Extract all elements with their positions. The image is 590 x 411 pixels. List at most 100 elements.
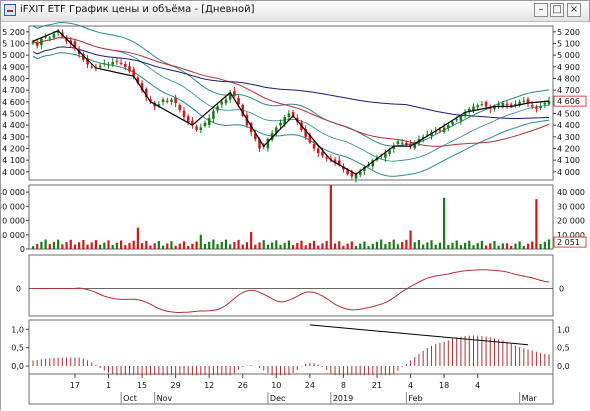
volume-bar xyxy=(518,241,521,249)
volume-bar xyxy=(409,230,412,249)
volume-bar xyxy=(484,245,488,249)
volume-bar xyxy=(363,241,366,249)
volume-bar xyxy=(187,245,190,249)
date-day-label: 24 xyxy=(305,381,315,390)
volume-bar xyxy=(275,240,278,249)
candle-body xyxy=(530,105,534,107)
candle-body xyxy=(321,151,324,156)
volume-bar xyxy=(434,244,437,249)
volume-axis-label-left: 30 000 xyxy=(1,202,25,211)
candle-body xyxy=(123,64,127,67)
volume-bar xyxy=(405,239,408,249)
volume-bar xyxy=(178,243,181,249)
chart-app-icon xyxy=(4,4,16,16)
volume-bar xyxy=(304,245,307,249)
volume-bar xyxy=(287,240,291,249)
volume-bar xyxy=(317,245,320,249)
volume-axis-label-left: 40 000 xyxy=(1,188,25,197)
volume-bar xyxy=(401,242,404,249)
price-axis-label-right: 4 900 xyxy=(557,63,580,72)
volume-bar xyxy=(94,240,98,249)
price-axis-label-left: 4 100 xyxy=(2,156,25,165)
date-month-label: Feb xyxy=(408,394,422,403)
volume-axis-label-left: 0 xyxy=(20,245,25,254)
volume-bar xyxy=(203,243,207,249)
date-day-label: 10 xyxy=(271,381,281,390)
price-axis-label-right: 4 000 xyxy=(557,168,580,177)
volume-bar xyxy=(480,240,483,249)
volume-bar xyxy=(40,241,43,249)
candle-body xyxy=(224,99,228,104)
maximize-button[interactable]: □ xyxy=(550,3,564,17)
candle-body xyxy=(325,157,328,159)
candle-body xyxy=(501,103,505,107)
volume-bar xyxy=(438,242,442,249)
chart-window: iFXIT ETF График цены и объёма - [Дневно… xyxy=(0,0,590,411)
date-day-label: 15 xyxy=(137,381,147,390)
candle-body xyxy=(48,37,52,39)
candle-body xyxy=(212,111,215,119)
volume-bar xyxy=(145,240,148,249)
osc-pane-frame xyxy=(28,319,554,375)
candle-body xyxy=(98,65,102,68)
volume-bar xyxy=(329,185,332,249)
candle-body xyxy=(543,103,547,105)
volume-axis-label-right: 20 000 xyxy=(557,217,585,226)
volume-bar xyxy=(443,197,446,249)
macd-zero-label-left: 0 xyxy=(16,285,21,294)
volume-bar xyxy=(132,240,135,249)
volume-bar xyxy=(476,243,479,249)
volume-bar xyxy=(417,240,421,249)
chart-area[interactable]: 5 200 5 200 5 100 5 100 5 000 5 000 4 900 4 900… xyxy=(1,22,590,411)
candle-body xyxy=(522,100,526,102)
candle-body xyxy=(132,69,135,77)
price-axis-label-right: 4 500 xyxy=(557,110,580,119)
volume-bar xyxy=(493,241,496,249)
volume-bar xyxy=(65,242,68,249)
candle-body xyxy=(31,41,35,44)
volume-bar xyxy=(115,242,119,249)
last-price-label: 4 606 xyxy=(557,97,580,106)
date-day-label: 4 xyxy=(408,381,413,390)
volume-bar xyxy=(241,244,244,249)
volume-bar xyxy=(388,241,391,249)
candle-body xyxy=(539,106,542,109)
candle-body xyxy=(350,172,354,177)
candle-body xyxy=(216,106,219,111)
candle-body xyxy=(174,98,177,103)
volume-bar xyxy=(522,245,525,249)
volume-bar xyxy=(73,244,77,249)
volume-bar xyxy=(271,242,274,249)
volume-bar xyxy=(472,245,475,249)
volume-bar xyxy=(543,241,546,249)
close-button[interactable]: × xyxy=(567,3,581,17)
volume-bar xyxy=(111,244,114,249)
volume-bar xyxy=(459,245,463,249)
minimize-button[interactable]: – xyxy=(534,3,548,17)
volume-bar xyxy=(119,240,123,249)
volume-bar xyxy=(90,242,93,249)
volume-bar xyxy=(57,239,60,249)
price-chart-svg[interactable]: 5 200 5 200 5 100 5 100 5 000 5 000 4 900 4 900… xyxy=(1,22,590,411)
candle-body xyxy=(207,118,211,125)
price-axis-label-left: 4 600 xyxy=(2,98,25,107)
volume-bar xyxy=(279,244,282,249)
volume-axis-label-left: 10 000 xyxy=(1,231,25,240)
candle-body xyxy=(178,105,182,110)
volume-bar xyxy=(44,239,47,249)
price-axis-label-left: 4 200 xyxy=(2,145,25,154)
price-axis-label-left: 5 000 xyxy=(2,51,25,60)
candle-body xyxy=(195,126,198,130)
volume-bar xyxy=(48,244,51,249)
volume-bar xyxy=(346,243,349,249)
candle-body xyxy=(497,104,500,106)
title-bar[interactable]: iFXIT ETF График цены и объёма - [Дневно… xyxy=(1,1,589,22)
candle-body xyxy=(90,66,94,68)
volume-bar xyxy=(422,244,425,249)
candle-body xyxy=(220,101,224,105)
candle-body xyxy=(480,104,484,106)
volume-bar xyxy=(170,241,173,249)
date-day-label: 1 xyxy=(106,381,111,390)
date-day-label: 17 xyxy=(70,381,80,390)
volume-bar xyxy=(233,242,236,249)
